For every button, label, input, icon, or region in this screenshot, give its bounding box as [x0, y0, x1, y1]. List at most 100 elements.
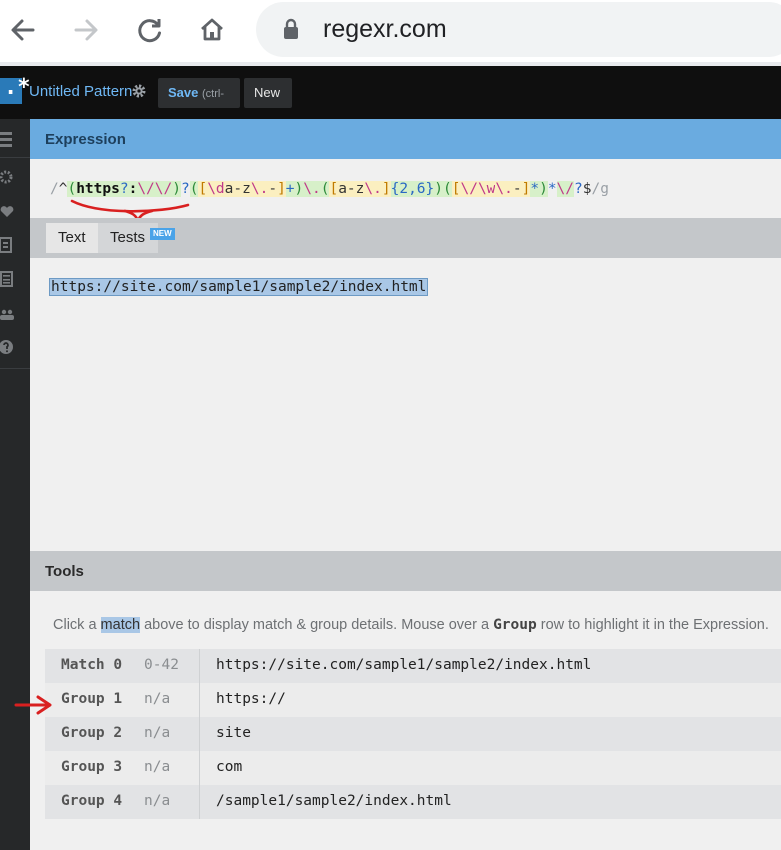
regex-token[interactable]: a-z [224, 181, 251, 197]
row-label: Group 1 [61, 691, 123, 707]
regex-token[interactable]: ) [434, 181, 443, 197]
regex-token[interactable]: ) [172, 181, 181, 197]
regex-token[interactable]: + [285, 181, 295, 197]
regex-token[interactable]: ? [574, 181, 583, 197]
regex-token[interactable]: [ [198, 181, 208, 197]
tools-info-text: Click a match above to display match & g… [53, 617, 769, 633]
new-button[interactable]: New [244, 78, 292, 108]
regex-token[interactable]: \/\/ [137, 181, 173, 197]
table-row[interactable]: Group 4 n/a /sample1/sample2/index.html [45, 785, 781, 819]
column-divider [199, 649, 200, 683]
regex-token[interactable]: /g [591, 181, 608, 197]
reload-icon[interactable] [133, 13, 167, 47]
document-icon[interactable] [0, 271, 14, 289]
regex-token[interactable]: - [268, 181, 278, 197]
column-divider [199, 717, 200, 751]
column-divider [199, 683, 200, 717]
sample-text-match[interactable]: https://site.com/sample1/sample2/index.h… [49, 278, 429, 296]
regex-token[interactable]: \/ [460, 181, 478, 197]
regex-token[interactable]: ] [521, 181, 531, 197]
arrow-right-icon[interactable] [69, 13, 103, 47]
save-label: Save [168, 85, 199, 100]
regex-token[interactable]: https [76, 181, 120, 197]
regex-token[interactable]: ) [294, 181, 304, 197]
regex-token[interactable]: ( [320, 181, 330, 197]
tools-header: Tools [30, 551, 781, 591]
info-part: above to display match & group details. … [140, 617, 494, 633]
regex-token[interactable]: [ [451, 181, 461, 197]
expression-title: Expression [45, 131, 126, 148]
help-icon[interactable] [0, 339, 14, 357]
row-range: n/a [144, 793, 171, 809]
regex-token[interactable]: [ [329, 181, 339, 197]
regex-token[interactable]: * [548, 181, 557, 197]
regex-token[interactable]: ] [277, 181, 286, 197]
expression-header: Expression [30, 119, 781, 159]
menu-icon[interactable] [0, 131, 14, 149]
regex-token[interactable]: * [530, 181, 540, 197]
row-range: n/a [144, 759, 171, 775]
regex-token[interactable]: ? [181, 181, 190, 197]
regex-token[interactable]: ( [67, 181, 77, 197]
community-icon[interactable] [0, 305, 14, 323]
regex-token[interactable]: ? [119, 181, 129, 197]
row-value: site [216, 725, 251, 741]
regex-token[interactable]: - [512, 181, 522, 197]
regex-token[interactable]: : [128, 181, 138, 197]
regex-token[interactable]: ( [443, 181, 452, 197]
info-part: row to highlight it in the Expression. [536, 617, 769, 633]
regex-token[interactable]: \. [250, 181, 269, 197]
row-label: Group 4 [61, 793, 123, 809]
text-tests-tabs: Text Tests NEW [30, 218, 781, 258]
row-value: com [216, 759, 243, 775]
gear-icon[interactable] [131, 83, 147, 104]
text-input-area[interactable]: https://site.com/sample1/sample2/index.h… [30, 258, 781, 551]
regex-token[interactable]: \. [364, 181, 382, 197]
book-icon[interactable] [0, 237, 14, 255]
new-badge: NEW [150, 228, 175, 240]
regex-token[interactable]: $ [583, 181, 592, 197]
heart-icon[interactable] [0, 203, 14, 221]
sidebar [0, 119, 30, 850]
row-range: 0-42 [144, 657, 179, 673]
table-row[interactable]: Group 1 n/a https:// [45, 683, 781, 717]
row-value: /sample1/sample2/index.html [216, 793, 452, 809]
regex-token[interactable]: ] [381, 181, 391, 197]
lock-icon[interactable] [282, 18, 300, 45]
regex-token[interactable]: ( [189, 181, 199, 197]
match-details-table: Match 0 0-42 https://site.com/sample1/sa… [45, 649, 781, 819]
row-range: n/a [144, 691, 171, 707]
regex-token[interactable]: \/ [556, 181, 575, 197]
column-divider [199, 785, 200, 819]
tools-panel: Click a match above to display match & g… [30, 591, 781, 850]
regex-token[interactable]: \. [303, 181, 321, 197]
gear-icon[interactable] [0, 169, 14, 187]
info-group-keyword: Group [493, 617, 537, 633]
url-text: regexr.com [323, 15, 447, 43]
address-bar[interactable]: regexr.com [256, 2, 781, 57]
regex-token[interactable]: ^ [59, 181, 68, 197]
regex-token[interactable]: {2,6} [390, 181, 435, 197]
regex-token[interactable]: a-z [338, 181, 365, 197]
regex-token[interactable]: ) [539, 181, 548, 197]
regex-token[interactable]: \d [207, 181, 225, 197]
regex-token[interactable]: / [50, 181, 59, 197]
home-icon[interactable] [195, 13, 229, 47]
table-row[interactable]: Group 2 n/a site [45, 717, 781, 751]
pattern-title[interactable]: Untitled Pattern [29, 83, 132, 100]
table-row[interactable]: Match 0 0-42 https://site.com/sample1/sa… [45, 649, 781, 683]
tab-tests[interactable]: Tests [98, 223, 158, 253]
regex-token[interactable]: \. [495, 181, 513, 197]
regexr-logo[interactable]: .* [0, 77, 31, 104]
row-value: https://site.com/sample1/sample2/index.h… [216, 657, 592, 673]
sidebar-divider [0, 368, 30, 369]
table-row[interactable]: Group 3 n/a com [45, 751, 781, 785]
save-button[interactable]: Save (ctrl-s) [158, 78, 240, 131]
arrow-left-icon[interactable] [6, 13, 40, 47]
tab-text[interactable]: Text [46, 223, 98, 253]
regexr-app: .* Untitled Pattern Save (ctrl-s) New [0, 66, 781, 850]
expression-editor[interactable]: /^(https?:\/\/)?([\da-z\.-]+)\.([a-z\.]{… [50, 181, 609, 197]
row-value: https:// [216, 691, 286, 707]
row-label: Group 3 [61, 759, 123, 775]
regex-token[interactable]: \w [477, 181, 496, 197]
